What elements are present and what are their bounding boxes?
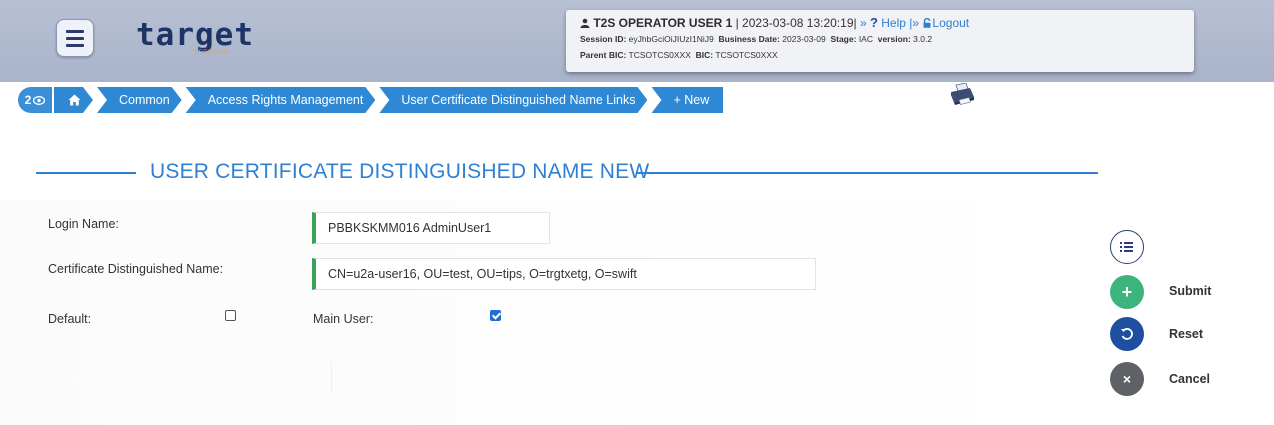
- logo-text: target: [136, 17, 254, 53]
- session-info-panel: T2S OPERATOR USER 1 | 2023-03-08 13:20:1…: [566, 10, 1194, 72]
- app-header: target SERVICES T2S OPERATOR USER 1 | 20…: [0, 0, 1274, 82]
- user-name: T2S OPERATOR USER 1: [593, 16, 733, 30]
- breadcrumb-access-rights-management[interactable]: Access Rights Management: [186, 87, 376, 113]
- login-name-field[interactable]: PBBKSKMM016 AdminUser1: [312, 212, 550, 244]
- main-user-label: Main User:: [313, 312, 374, 326]
- breadcrumb-common[interactable]: Common: [97, 87, 182, 113]
- list-button[interactable]: [1110, 230, 1144, 264]
- title-rule-right: [636, 172, 1098, 174]
- target-logo: target SERVICES: [136, 17, 254, 57]
- home-icon: [68, 94, 81, 106]
- menu-bar: [66, 29, 84, 33]
- business-date-label: Business Date:: [718, 34, 780, 44]
- session-details: Session ID: eyJhbGciOiJIUzI1NiJ9 Busines…: [580, 31, 1180, 47]
- breadcrumb-new[interactable]: + New: [651, 87, 724, 113]
- cert-dn-label: Certificate Distinguished Name:: [48, 262, 224, 276]
- cert-dn-field[interactable]: CN=u2a-user16, OU=test, OU=tips, O=trgtx…: [312, 258, 816, 290]
- reset-button[interactable]: [1110, 317, 1144, 351]
- breadcrumb: 2 Common Access Rights Management User C…: [18, 87, 724, 113]
- undo-icon: [1121, 328, 1133, 340]
- menu-bar: [66, 43, 84, 47]
- reset-label[interactable]: Reset: [1169, 327, 1203, 341]
- logout-separator: |»: [909, 16, 923, 30]
- hamburger-menu-button[interactable]: [56, 19, 94, 57]
- help-label: Help: [881, 16, 906, 30]
- bic: TCSOTCS0XXX: [715, 50, 778, 60]
- divider: [331, 362, 332, 392]
- logo-subtext: SERVICES: [194, 50, 229, 56]
- title-rule-left: [36, 172, 136, 174]
- help-separator: »: [859, 16, 870, 30]
- list-icon: [1120, 242, 1133, 252]
- stage-label: Stage:: [830, 34, 857, 44]
- history-count: 2: [24, 93, 32, 107]
- parent-bic: TCSOTCS0XXX: [628, 50, 691, 60]
- business-date: 2023-03-09: [782, 34, 826, 44]
- version: 3.0.2: [913, 34, 933, 44]
- default-checkbox[interactable]: [225, 310, 236, 321]
- help-icon: ?: [869, 15, 878, 30]
- logout-label: Logout: [932, 16, 970, 30]
- submit-label[interactable]: Submit: [1169, 284, 1211, 298]
- cancel-button[interactable]: ×: [1110, 362, 1144, 396]
- menu-bar: [66, 36, 84, 40]
- help-link[interactable]: » ? Help: [859, 15, 906, 30]
- logout-link[interactable]: |» Logout: [909, 16, 969, 30]
- login-name-label: Login Name:: [48, 217, 119, 231]
- session-id-label: Session ID:: [580, 34, 627, 44]
- submit-button[interactable]: +: [1110, 275, 1144, 309]
- bic-details: Parent BIC: TCSOTCS0XXX BIC: TCSOTCS0XXX: [580, 47, 1180, 63]
- default-label: Default:: [48, 312, 92, 326]
- page-title: USER CERTIFICATE DISTINGUISHED NAME NEW: [150, 160, 650, 183]
- plus-icon: +: [1121, 281, 1133, 302]
- cancel-label[interactable]: Cancel: [1169, 372, 1210, 386]
- breadcrumb-home[interactable]: [54, 87, 93, 113]
- version-label: version:: [877, 34, 911, 44]
- user-icon: [580, 18, 590, 28]
- session-id: eyJhbGciOiJIUzI1NiJ9: [628, 34, 714, 44]
- stage: IAC: [858, 34, 873, 44]
- breadcrumb-user-certificate-dn-links[interactable]: User Certificate Distinguished Name Link…: [379, 87, 647, 113]
- eye-icon: [33, 95, 46, 105]
- page-title-row: USER CERTIFICATE DISTINGUISHED NAME NEW: [36, 158, 1098, 188]
- history-badge[interactable]: 2: [18, 87, 52, 113]
- printer-icon[interactable]: [948, 83, 976, 107]
- close-icon: ×: [1122, 371, 1132, 387]
- main-user-checkbox[interactable]: [490, 310, 501, 321]
- session-datetime: | 2023-03-08 13:20:19|: [735, 16, 857, 30]
- lock-icon: [923, 18, 931, 28]
- parent-bic-label: Parent BIC:: [580, 50, 627, 60]
- bic-label: BIC:: [695, 50, 714, 60]
